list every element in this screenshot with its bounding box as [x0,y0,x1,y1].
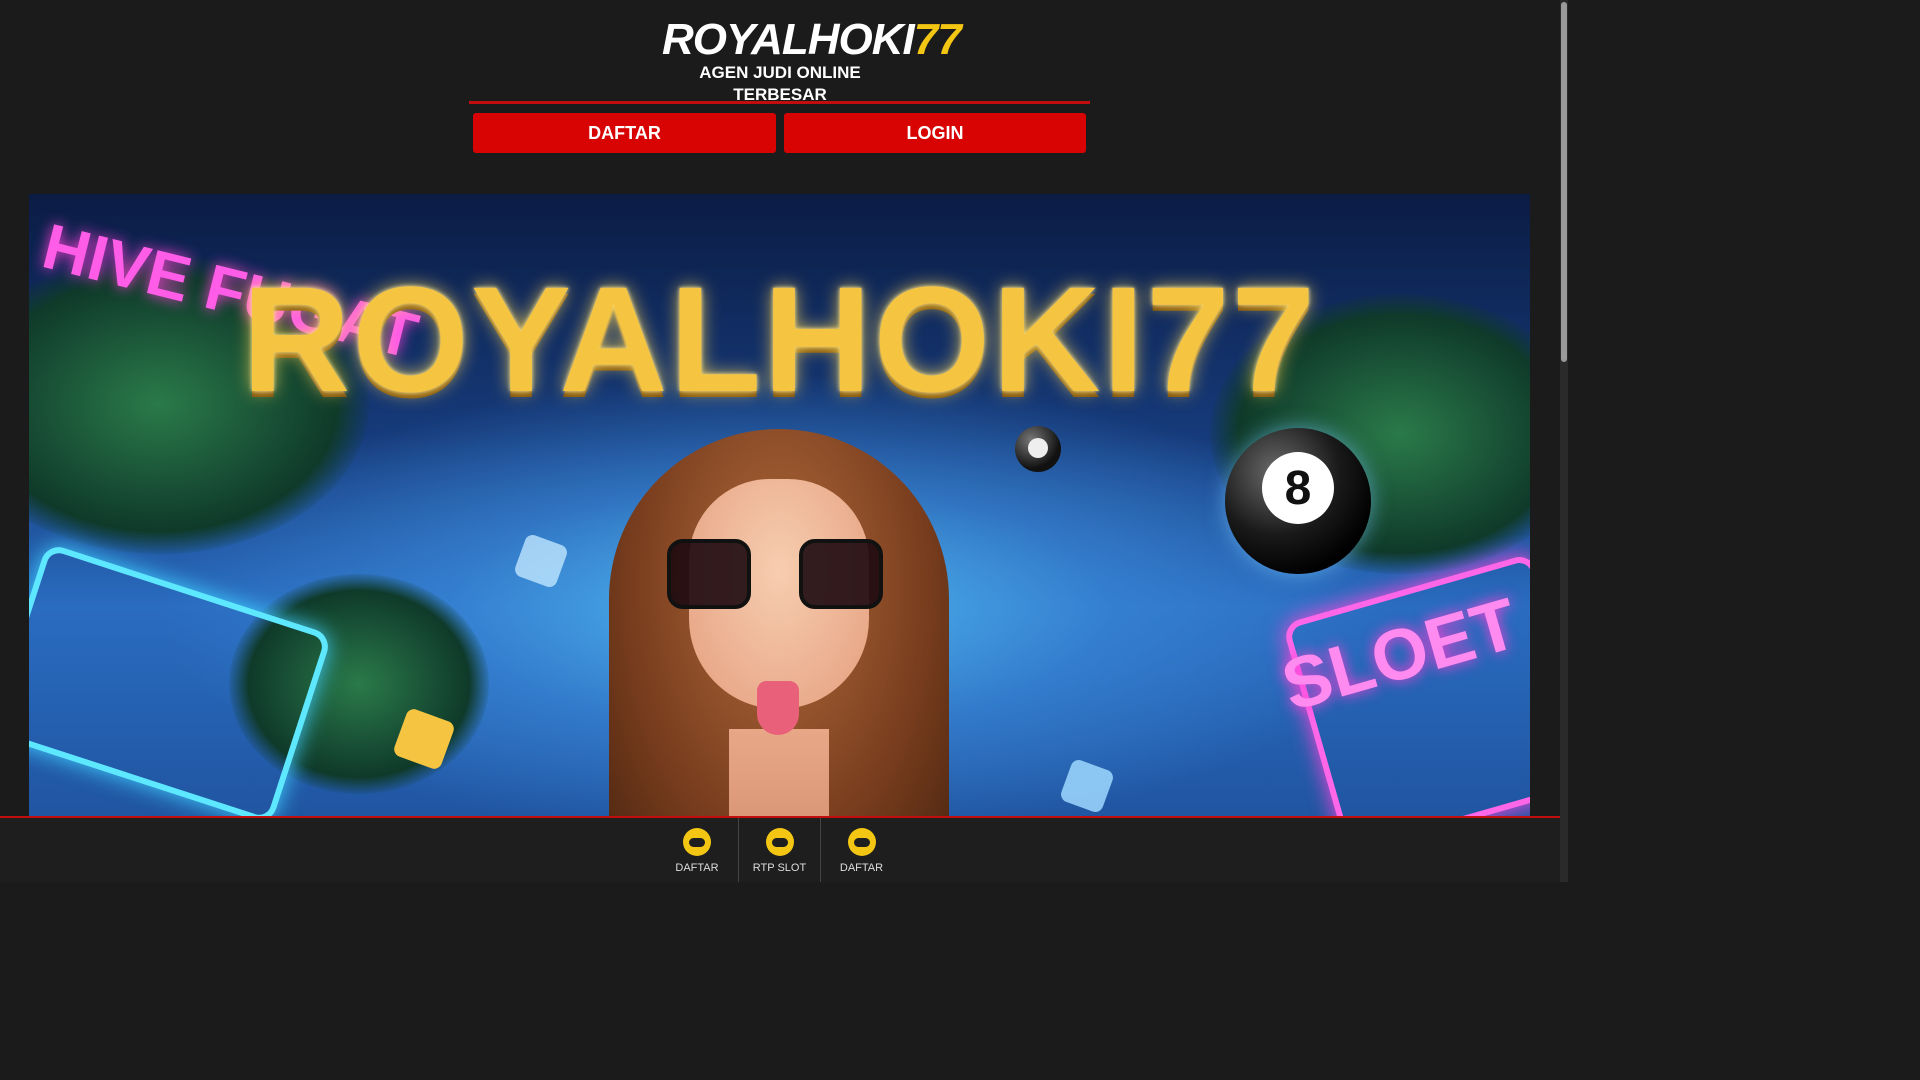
gamepad-icon [847,828,876,856]
site-logo[interactable]: ROYALHOKI77 AGEN JUDI ONLINE TERBESAR [662,18,962,105]
hero-banner: HIVE FUGAT SLOET ROYALHOKI77 8 [29,194,1530,882]
scrollbar-thumb[interactable] [1561,2,1567,362]
bottom-nav-label: DAFTAR [675,862,719,874]
bottom-nav-label: DAFTAR [839,862,884,874]
model-illustration [609,429,949,882]
gamepad-icon [683,828,711,856]
logo-text-accent: 77 [913,15,962,64]
header-divider [469,101,1090,104]
gamepad-icon [765,828,794,856]
bottom-nav-daftar[interactable]: DAFTAR [656,818,738,882]
dice-icon [512,532,570,590]
neon-sign-left [29,542,333,826]
page-scrollbar[interactable] [1560,0,1568,882]
eight-ball-number: 8 [1262,452,1334,524]
banner-title: ROYALHOKI77 [241,255,1318,423]
bottom-nav-label: RTP SLOT [752,862,807,874]
eight-ball-icon: 8 [1225,428,1371,574]
daftar-button[interactable]: DAFTAR [473,113,776,153]
bottom-nav-bar: DAFTAR RTP SLOT DAFTAR [0,816,1560,882]
login-button[interactable]: LOGIN [784,113,1086,153]
bottom-nav-daftar-2[interactable]: DAFTAR [820,818,902,882]
logo-tagline: AGEN JUDI ONLINE TERBESAR [699,63,861,104]
billiard-ball-small-icon [1015,426,1061,472]
bottom-nav-rtp-slot[interactable]: RTP SLOT [738,818,820,882]
logo-text-main: ROYALHOKI [662,15,915,64]
dice-icon [1058,757,1116,815]
sunglasses-icon [667,539,751,609]
site-header: ROYALHOKI77 AGEN JUDI ONLINE TERBESAR DA… [0,0,1560,170]
